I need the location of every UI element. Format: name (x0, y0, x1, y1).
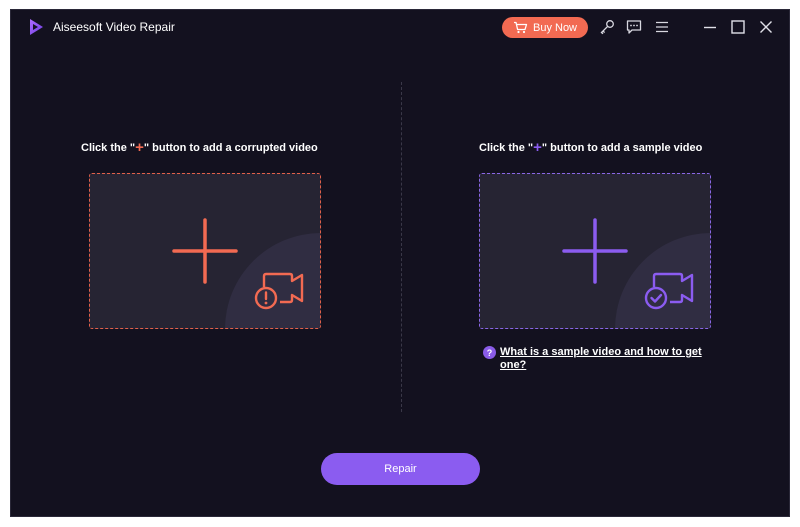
instruction-prefix: Click the " (81, 142, 136, 154)
instruction-suffix: " button to add a sample video (541, 142, 703, 154)
add-sample-video-area[interactable] (479, 173, 711, 329)
add-corrupted-video-area[interactable] (89, 173, 321, 329)
buy-now-button[interactable]: Buy Now (502, 17, 588, 38)
plus-icon: + (533, 139, 542, 156)
corrupted-video-instruction: Click the "+" button to add a corrupted … (81, 139, 318, 156)
add-plus-icon (172, 218, 238, 284)
sample-video-camera-icon (644, 272, 694, 310)
buy-now-label: Buy Now (532, 21, 578, 34)
maximize-icon[interactable] (729, 18, 747, 36)
key-icon[interactable] (598, 18, 616, 36)
sample-video-instruction: Click the "+" button to add a sample vid… (479, 139, 702, 156)
instruction-prefix: Click the " (479, 142, 534, 154)
add-plus-icon (562, 218, 628, 284)
cart-icon (513, 21, 528, 34)
feedback-icon[interactable] (625, 18, 643, 36)
title-bar: Aiseesoft Video Repair Buy Now (11, 10, 789, 44)
app-logo-icon (30, 19, 43, 35)
app-window: Aiseesoft Video Repair Buy Now Click the… (10, 9, 790, 517)
sample-video-help-link[interactable]: ? What is a sample video and how to get … (483, 346, 723, 372)
instruction-suffix: " button to add a corrupted video (143, 142, 318, 154)
help-link-text[interactable]: What is a sample video and how to get on… (500, 346, 723, 372)
question-icon: ? (483, 346, 496, 359)
minimize-icon[interactable] (701, 18, 719, 36)
corrupted-video-camera-icon (254, 272, 304, 310)
app-title: Aiseesoft Video Repair (53, 20, 175, 34)
menu-icon[interactable] (653, 18, 671, 36)
repair-button[interactable]: Repair (321, 453, 480, 485)
center-divider (401, 82, 402, 412)
close-icon[interactable] (757, 18, 775, 36)
plus-icon: + (135, 139, 144, 156)
